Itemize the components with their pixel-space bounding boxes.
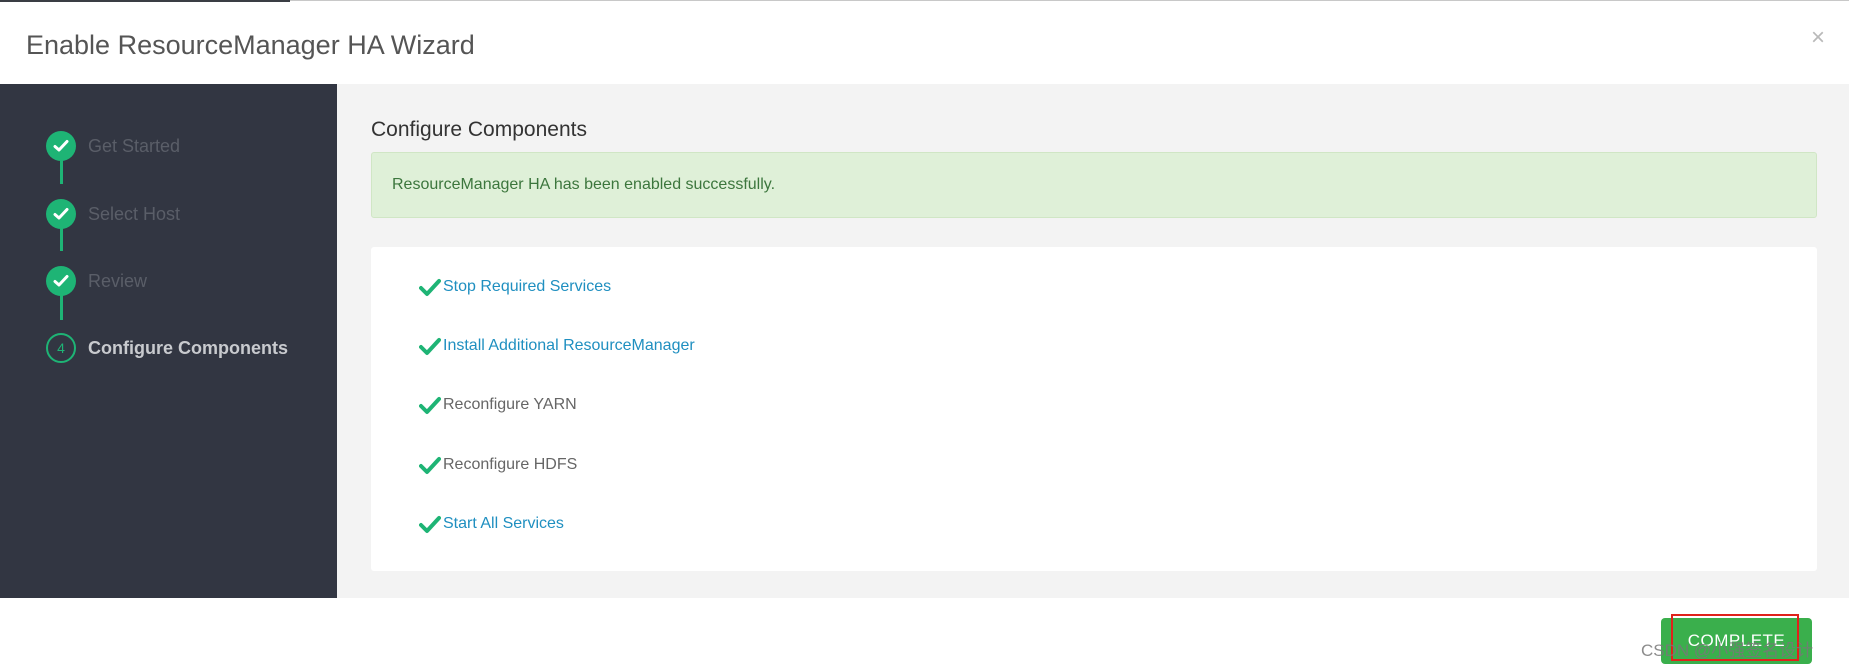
task-item: Reconfigure YARN xyxy=(419,392,577,418)
task-link-install-additional-resourcemanager[interactable]: Install Additional ResourceManager xyxy=(443,337,695,355)
dialog-title: Enable ResourceManager HA Wizard xyxy=(26,30,475,60)
task-label-reconfigure-yarn: Reconfigure YARN xyxy=(443,396,577,413)
success-alert: ResourceManager HA has been enabled succ… xyxy=(371,152,1817,218)
task-item: Install Additional ResourceManager xyxy=(419,333,695,359)
main-content: Configure Components ResourceManager HA … xyxy=(337,84,1849,598)
wizard-step-label: Review xyxy=(88,270,148,291)
check-circle-icon xyxy=(46,199,76,229)
task-item: Start All Services xyxy=(419,511,564,537)
complete-button-label: COMPLETE xyxy=(1687,631,1786,650)
task-link-start-all-services[interactable]: Start All Services xyxy=(443,515,564,533)
check-circle-icon xyxy=(46,266,76,296)
wizard-step-label: Select Host xyxy=(88,203,181,224)
page-title: Configure Components xyxy=(371,118,587,141)
check-icon xyxy=(419,457,441,474)
check-icon xyxy=(419,279,441,296)
check-icon xyxy=(419,516,441,533)
check-circle-icon xyxy=(46,131,76,161)
task-item: Stop Required Services xyxy=(419,274,611,300)
close-icon[interactable]: × xyxy=(1811,26,1825,50)
wizard-step-label: Get Started xyxy=(88,135,181,156)
complete-button[interactable]: COMPLETE xyxy=(1661,618,1812,664)
wizard-step-configure-components[interactable]: 4 Configure Components xyxy=(46,332,288,364)
task-label-reconfigure-hdfs: Reconfigure HDFS xyxy=(443,456,578,473)
wizard-steps-sidebar: Get Started Select Host Review 4 Configu… xyxy=(0,84,337,598)
wizard-step-review[interactable]: Review xyxy=(46,265,147,297)
top-divider-accent xyxy=(0,0,290,2)
step-number-badge: 4 xyxy=(46,333,76,363)
task-item: Reconfigure HDFS xyxy=(419,452,577,478)
check-icon xyxy=(419,338,441,355)
wizard-step-label: Configure Components xyxy=(88,337,288,358)
dialog-header: Enable ResourceManager HA Wizard × xyxy=(0,0,1849,84)
wizard-step-get-started[interactable]: Get Started xyxy=(46,130,180,162)
dialog-footer xyxy=(0,598,1849,666)
task-link-stop-required-services[interactable]: Stop Required Services xyxy=(443,278,611,296)
check-icon xyxy=(419,397,441,414)
alert-message: ResourceManager HA has been enabled succ… xyxy=(392,176,776,193)
wizard-step-select-host[interactable]: Select Host xyxy=(46,198,180,230)
tasks-panel: Stop Required Services Install Additiona… xyxy=(371,247,1817,571)
